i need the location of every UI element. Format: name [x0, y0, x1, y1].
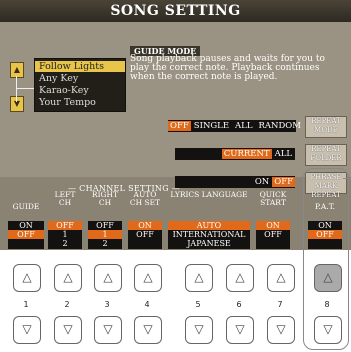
right-opt-2: 2	[102, 239, 108, 248]
up-button-7[interactable]: △	[267, 264, 295, 292]
up-button-4[interactable]: △	[134, 264, 162, 292]
folder-current: CURRENT	[221, 149, 272, 159]
quick-opt-off: OFF	[264, 230, 282, 239]
button-number-7: 7	[277, 300, 283, 309]
left-opt-2: 2	[62, 239, 68, 248]
auto-ch-box[interactable]: ON OFF	[128, 221, 162, 249]
repeat-mode-button[interactable]: REPEAT MODE	[305, 116, 347, 138]
column-auto-ch-set[interactable]: AUTO CH SET ON OFF	[128, 190, 162, 249]
quick-start-header: QUICK START	[259, 190, 287, 207]
repeat-off: OFF	[168, 121, 191, 131]
column-left-ch[interactable]: LEFT CH OFF 1 2	[48, 190, 82, 249]
repeat-mode-options: OFF SINGLE ALL RANDOM	[168, 120, 301, 132]
lyrics-opt-international: INTERNATIONAL	[172, 230, 246, 239]
up-button-2[interactable]: △	[54, 264, 82, 292]
bracket-line	[16, 76, 17, 102]
page-title: SONG SETTING	[0, 0, 351, 22]
repeat-single: SINGLE	[193, 121, 230, 131]
left-ch-header: LEFT CH	[54, 190, 76, 207]
phrase-off: OFF	[272, 177, 295, 187]
repeat-folder-button[interactable]: REPEAT FOLDER	[305, 144, 347, 166]
down-button-3[interactable]: ▽	[94, 316, 122, 344]
list-item-your-tempo[interactable]: Your Tempo	[39, 97, 96, 108]
repeat-random: RANDOM	[258, 121, 301, 131]
down-button-1[interactable]: ▽	[13, 316, 41, 344]
button-number-4: 4	[144, 300, 150, 309]
lcd-screen: SONG SETTING ▲ ▼ Follow Lights Any Key K…	[0, 0, 351, 250]
down-button-8[interactable]: ▽	[314, 316, 342, 344]
down-button-4[interactable]: ▽	[134, 316, 162, 344]
button-number-5: 5	[195, 300, 201, 309]
left-opt-1: 1	[62, 230, 68, 239]
up-button-1[interactable]: △	[13, 264, 41, 292]
column-right-ch[interactable]: RIGHT CH OFF 1 2	[88, 190, 122, 249]
column-quick-start[interactable]: QUICK START ON OFF	[256, 190, 290, 249]
column-guide[interactable]: GUIDE ON OFF	[8, 191, 44, 249]
right-opt-off: OFF	[96, 221, 114, 230]
quick-opt-on: ON	[256, 221, 290, 230]
down-button-2[interactable]: ▽	[54, 316, 82, 344]
down-button-7[interactable]: ▽	[267, 316, 295, 344]
pat-callout-line	[343, 178, 351, 179]
quick-start-box[interactable]: ON OFF	[256, 221, 290, 249]
phrase-on: ON	[254, 177, 270, 187]
button-number-2: 2	[64, 300, 70, 309]
bracket-line-h	[16, 88, 34, 89]
repeat-folder-options: CURRENT ALL	[175, 148, 295, 160]
button-number-6: 6	[236, 300, 242, 309]
lyrics-opt-auto: AUTO	[168, 221, 250, 230]
repeat-all: ALL	[235, 121, 253, 131]
guide-mode-list[interactable]: Follow Lights Any Key Karao-Key Your Tem…	[34, 58, 126, 112]
up-button-6[interactable]: △	[226, 264, 254, 292]
button-number-1: 1	[23, 300, 29, 309]
right-ch-box[interactable]: OFF 1 2	[88, 221, 122, 249]
up-button-8[interactable]: △	[314, 264, 342, 292]
column-lyrics-language[interactable]: LYRICS LANGUAGE AUTO INTERNATIONAL JAPAN…	[168, 190, 250, 249]
button-number-8: 8	[324, 300, 330, 309]
right-opt-1: 1	[88, 230, 122, 239]
left-ch-box[interactable]: OFF 1 2	[48, 221, 82, 249]
lyrics-header: LYRICS LANGUAGE	[170, 190, 248, 199]
phrase-mark-options: ON OFF	[175, 176, 295, 188]
down-arrow-icon[interactable]: ▼	[10, 96, 24, 112]
auto-ch-header: AUTO CH SET	[129, 190, 161, 207]
guide-opt-on: ON	[19, 221, 33, 230]
left-opt-off: OFF	[48, 221, 82, 230]
guide-mode-description: Song playback pauses and waits for you t…	[130, 54, 325, 82]
list-item-follow-lights[interactable]: Follow Lights	[35, 61, 125, 72]
down-button-5[interactable]: ▽	[185, 316, 213, 344]
button-number-3: 3	[104, 300, 110, 309]
up-button-3[interactable]: △	[94, 264, 122, 292]
guide-box[interactable]: ON OFF	[8, 221, 44, 249]
channel-setting-label: — CHANNEL SETTING —	[68, 184, 181, 193]
up-arrow-icon[interactable]: ▲	[10, 62, 24, 78]
list-item-karao-key[interactable]: Karao-Key	[39, 85, 89, 96]
guide-header: GUIDE	[12, 202, 40, 211]
folder-all: ALL	[274, 149, 292, 159]
auto-opt-on: ON	[128, 221, 162, 230]
up-button-5[interactable]: △	[185, 264, 213, 292]
guide-opt-off: OFF	[8, 230, 44, 239]
right-ch-header: RIGHT CH	[91, 190, 119, 207]
down-button-6[interactable]: ▽	[226, 316, 254, 344]
auto-opt-off: OFF	[136, 230, 154, 239]
list-item-any-key[interactable]: Any Key	[39, 73, 78, 84]
lyrics-box[interactable]: AUTO INTERNATIONAL JAPANESE	[168, 221, 250, 249]
lyrics-opt-japanese: JAPANESE	[187, 239, 231, 248]
